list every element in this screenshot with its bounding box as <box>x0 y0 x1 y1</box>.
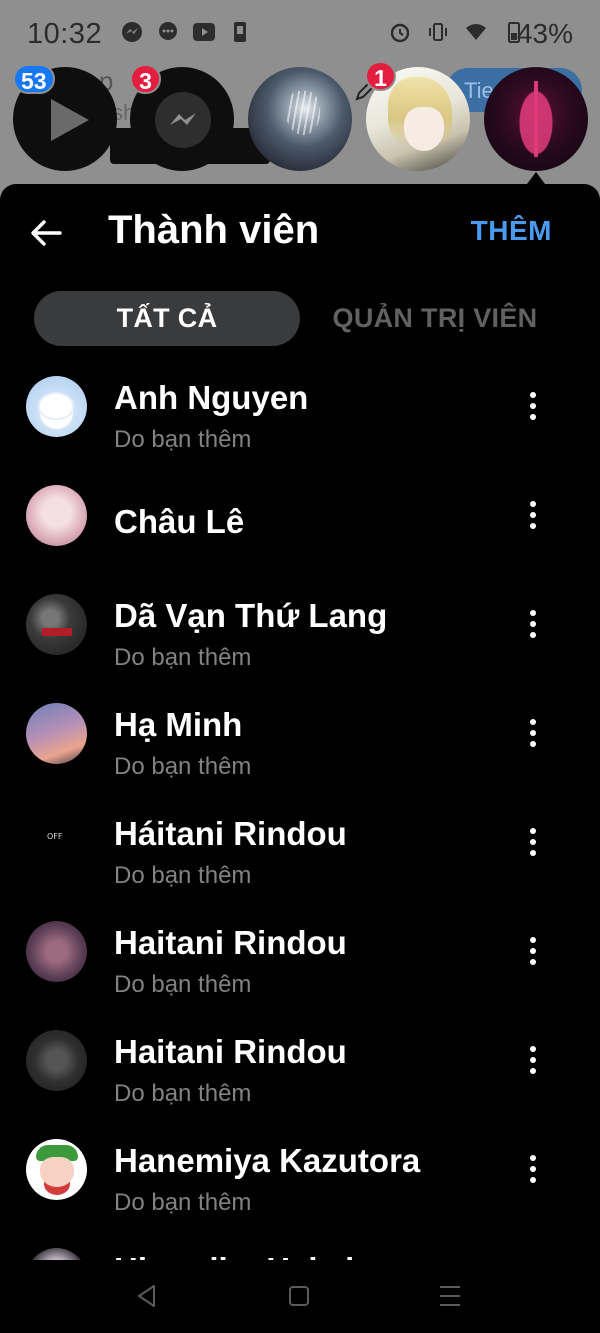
member-name: Hạ Minh <box>114 706 243 743</box>
member-name: Anh Nguyen <box>114 379 309 416</box>
active-chat-pointer <box>527 172 545 184</box>
member-subtitle: Do bạn thêm <box>114 971 252 998</box>
chat-head-avatar-jellyfish[interactable] <box>248 67 352 171</box>
member-subtitle: Do bạn thêm <box>114 1080 252 1107</box>
more-options-icon[interactable] <box>520 937 546 971</box>
nav-home-icon[interactable] <box>289 1286 309 1306</box>
member-row[interactable]: Châu Lê <box>0 479 600 588</box>
member-name: Hanemiya Kazutora <box>114 1142 421 1179</box>
system-navigation-bar <box>0 1260 600 1333</box>
nav-recents-icon[interactable] <box>440 1286 460 1313</box>
messenger-logo-icon <box>170 113 196 125</box>
member-row[interactable]: Háitani Rindou Do bạn thêm <box>0 806 600 915</box>
tab-all[interactable]: TẤT CẢ <box>34 291 300 346</box>
avatar[interactable] <box>26 1139 87 1200</box>
avatar[interactable] <box>26 1030 87 1091</box>
play-icon <box>51 99 89 141</box>
member-row[interactable]: Dã Vạn Thứ Lang Do bạn thêm <box>0 588 600 697</box>
more-options-icon[interactable] <box>520 1155 546 1189</box>
status-app-icons <box>120 20 252 44</box>
vibrate-icon <box>429 23 447 41</box>
unread-badge-anime: 1 <box>365 61 396 91</box>
member-name: Haitani Rindou <box>114 924 347 961</box>
avatar[interactable] <box>26 1248 87 1260</box>
member-name: Dã Vạn Thứ Lang <box>114 597 388 634</box>
messenger-icon <box>122 22 142 42</box>
back-arrow-icon[interactable] <box>26 212 68 254</box>
wifi-icon <box>466 24 486 40</box>
member-row[interactable]: Haitani Rindou Do bạn thêm <box>0 1024 600 1133</box>
youtube-icon <box>193 23 215 41</box>
member-row[interactable]: Hạ Minh Do bạn thêm <box>0 697 600 806</box>
alarm-icon <box>390 23 410 43</box>
member-row[interactable]: Hanemiya Kazutora Do bạn thêm <box>0 1133 600 1242</box>
member-row[interactable]: Haitani Rindou Do bạn thêm <box>0 915 600 1024</box>
chat-bubble-icon <box>159 22 177 40</box>
status-time: 10:32 <box>27 18 103 50</box>
avatar[interactable] <box>26 703 87 764</box>
unread-badge-play: 53 <box>13 64 55 94</box>
chat-head-avatar-active[interactable] <box>484 67 588 171</box>
page-title: Thành viên <box>108 208 320 252</box>
member-subtitle: Do bạn thêm <box>114 862 252 889</box>
member-name: Háitani Rindou <box>114 815 347 852</box>
members-sheet: Thành viên THÊM TẤT CẢ QUẢN TRỊ VIÊN Anh… <box>0 184 600 1260</box>
sim-icon <box>234 22 246 42</box>
status-system-icons <box>388 20 526 44</box>
member-name: Hirumiko Hakai <box>114 1251 354 1260</box>
member-row[interactable]: Anh Nguyen Do bạn thêm <box>0 370 600 479</box>
tab-admins[interactable]: QUẢN TRỊ VIÊN <box>300 291 570 346</box>
avatar[interactable] <box>26 812 87 873</box>
member-subtitle: Do bạn thêm <box>114 426 252 453</box>
member-subtitle: Do bạn thêm <box>114 644 252 671</box>
avatar[interactable] <box>26 376 87 437</box>
avatar[interactable] <box>26 921 87 982</box>
more-options-icon[interactable] <box>520 828 546 862</box>
status-bar: 10:32 43% <box>0 0 600 68</box>
more-options-icon[interactable] <box>520 719 546 753</box>
member-row[interactable]: Hirumiko Hakai <box>0 1242 600 1260</box>
member-name: Haitani Rindou <box>114 1033 347 1070</box>
avatar[interactable] <box>26 594 87 655</box>
more-options-icon[interactable] <box>520 501 546 535</box>
more-options-icon[interactable] <box>520 610 546 644</box>
battery-percentage: 43% <box>516 18 573 49</box>
avatar[interactable] <box>26 485 87 546</box>
member-subtitle: Do bạn thêm <box>114 753 252 780</box>
member-name: Châu Lê <box>114 503 245 540</box>
more-options-icon[interactable] <box>520 1046 546 1080</box>
member-subtitle: Do bạn thêm <box>114 1189 252 1216</box>
unread-badge-messenger: 3 <box>130 64 161 94</box>
add-member-button[interactable]: THÊM <box>471 215 552 247</box>
member-filter-tabs: TẤT CẢ QUẢN TRỊ VIÊN <box>34 291 574 346</box>
nav-back-icon[interactable] <box>136 1284 158 1308</box>
more-options-icon[interactable] <box>520 392 546 426</box>
member-list: Anh Nguyen Do bạn thêm Châu Lê Dã Vạn Th… <box>0 370 600 1260</box>
